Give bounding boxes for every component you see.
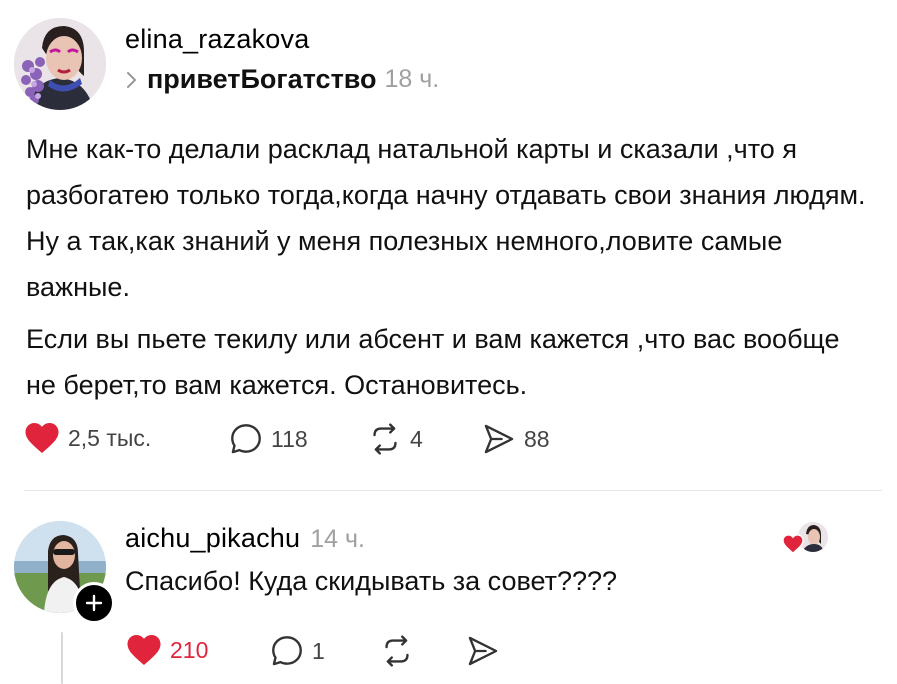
divider — [24, 490, 882, 491]
heart-icon — [782, 534, 804, 554]
reply-username[interactable]: aichu_pikachu — [125, 523, 300, 554]
reply-header: aichu_pikachu 14 ч. — [125, 523, 365, 554]
repost-button[interactable]: 4 — [368, 422, 423, 456]
community-line: приветБогатство 18 ч. — [125, 64, 439, 95]
post-paragraph: Мне как-то делали расклад натальной карт… — [26, 134, 866, 302]
reply-timestamp: 14 ч. — [310, 525, 365, 553]
like-button[interactable]: 2,5 тыс. — [24, 421, 151, 455]
post-timestamp: 18 ч. — [384, 65, 440, 93]
reply-reply-count: 1 — [312, 637, 325, 664]
share-icon — [466, 634, 500, 668]
author-avatar[interactable] — [14, 18, 106, 110]
comment-icon — [270, 634, 304, 668]
reply-text: Спасибо! Куда скидывать за совет???? — [125, 566, 618, 596]
author-liked-badge — [782, 520, 830, 556]
reply-like-count: 210 — [170, 636, 209, 663]
reply-share-button[interactable] — [466, 634, 500, 668]
like-count: 2,5 тыс. — [68, 424, 152, 451]
share-count: 88 — [524, 425, 550, 452]
post-body: Мне как-то делали расклад натальной карт… — [26, 126, 866, 408]
thread-line — [61, 632, 63, 684]
reply-reply-button[interactable]: 1 — [270, 634, 325, 668]
chevron-right-icon — [125, 69, 139, 91]
repost-icon — [380, 634, 414, 668]
author-avatar-image — [14, 18, 106, 110]
author-username[interactable]: elina_razakova — [125, 24, 309, 55]
post-paragraph: Если вы пьете текилу или абсент и вам ка… — [26, 324, 840, 400]
share-button[interactable]: 88 — [482, 422, 550, 456]
repost-icon — [368, 422, 402, 456]
reply-button[interactable]: 118 — [229, 422, 308, 456]
follow-plus-icon[interactable] — [73, 582, 115, 624]
reply-repost-button[interactable] — [380, 634, 414, 668]
comment-icon — [229, 422, 263, 456]
share-icon — [482, 422, 516, 456]
heart-icon — [24, 421, 60, 455]
heart-icon — [126, 633, 162, 667]
reply-like-button[interactable]: 210 — [126, 633, 208, 667]
community-name[interactable]: приветБогатство — [147, 64, 377, 95]
reply-count: 118 — [271, 425, 308, 452]
repost-count: 4 — [410, 425, 423, 452]
